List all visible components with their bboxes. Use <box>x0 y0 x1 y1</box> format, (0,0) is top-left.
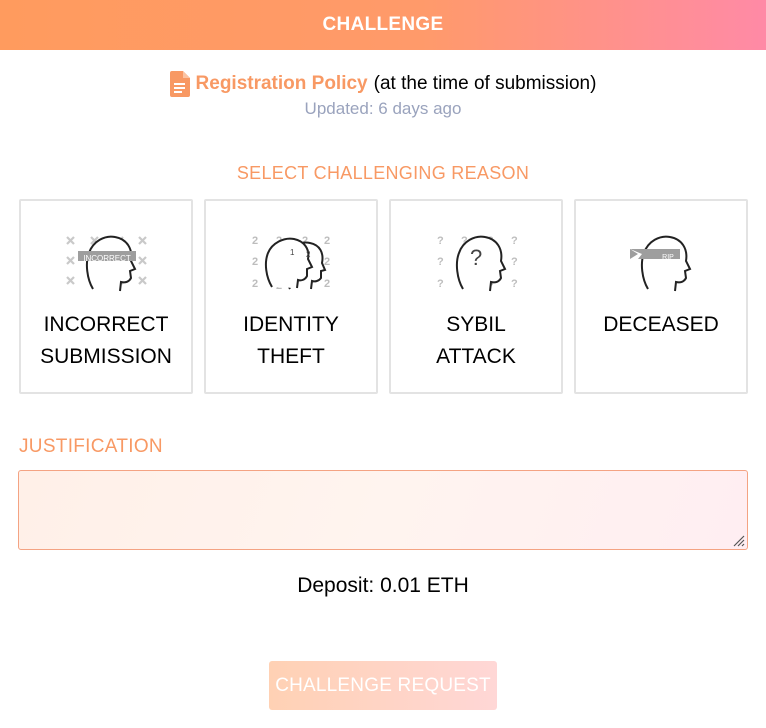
policy-line: Registration Policy (at the time of subm… <box>0 70 766 98</box>
reason-options: INCORRECT INCORRECT SUBMISSION 2 2 2 2 2 2 2… <box>19 199 748 394</box>
svg-text:INCORRECT: INCORRECT <box>83 254 131 263</box>
reason-label-sybil-attack: SYBIL ATTACK <box>391 309 561 373</box>
svg-text:2: 2 <box>324 278 330 290</box>
reason-label-line1: SYBIL <box>446 313 506 336</box>
justification-label: JUSTIFICATION <box>19 436 163 457</box>
reason-card-sybil-attack[interactable]: ??? ??? ?? ?? ? SYBIL ATTACK <box>389 199 563 394</box>
svg-text:?: ? <box>437 235 444 247</box>
dialog-header: CHALLENGE <box>0 0 766 50</box>
reason-label-deceased: DECEASED <box>576 309 746 341</box>
reason-label-line1: IDENTITY <box>243 313 339 336</box>
svg-text:?: ? <box>511 256 518 268</box>
svg-text:2: 2 <box>324 235 330 247</box>
svg-text:?: ? <box>437 278 444 290</box>
svg-text:?: ? <box>470 245 482 270</box>
registration-policy-link[interactable]: Registration Policy <box>196 73 368 95</box>
svg-text:2: 2 <box>252 235 258 247</box>
policy-updated-text: Updated: 6 days ago <box>304 99 462 118</box>
svg-text:1: 1 <box>290 248 295 257</box>
resize-handle-icon[interactable] <box>731 533 745 547</box>
svg-text:2: 2 <box>252 256 258 268</box>
reason-label-incorrect-submission: INCORRECT SUBMISSION <box>21 309 191 373</box>
identity-theft-icon: 222 222 22 22 1 2 <box>252 235 330 292</box>
reason-label-line1: DECEASED <box>603 313 719 336</box>
reason-card-deceased[interactable]: RIP DECEASED <box>574 199 748 394</box>
svg-text:?: ? <box>511 235 518 247</box>
svg-text:2: 2 <box>324 256 330 268</box>
svg-text:2: 2 <box>306 250 311 259</box>
reason-card-identity-theft[interactable]: 222 222 22 22 1 2 IDENTITY THEFT <box>204 199 378 394</box>
svg-text:RIP: RIP <box>662 254 674 261</box>
incorrect-badge-text: INCORRECT <box>83 254 131 263</box>
document-icon <box>169 71 190 97</box>
policy-suffix: (at the time of submission) <box>373 73 597 94</box>
svg-text:?: ? <box>437 256 444 268</box>
reason-card-incorrect-submission[interactable]: INCORRECT INCORRECT SUBMISSION <box>19 199 193 394</box>
reason-label-line2: SUBMISSION <box>40 345 172 368</box>
sybil-attack-icon: ??? ??? ?? ?? ? <box>437 235 518 292</box>
dialog-title: CHALLENGE <box>322 14 444 35</box>
svg-text:?: ? <box>511 278 518 290</box>
challenge-reason-title: SELECT CHALLENGING REASON <box>236 163 530 183</box>
reason-label-line1: INCORRECT <box>43 313 169 336</box>
reason-label-line2: THEFT <box>257 345 325 368</box>
justification-textarea[interactable] <box>18 470 748 550</box>
rip-badge-text: RIP <box>662 254 674 261</box>
deposit-amount: Deposit: 0.01 ETH <box>297 574 469 597</box>
challenge-request-button[interactable]: CHALLENGE REQUEST <box>269 661 497 710</box>
reason-label-line2: ATTACK <box>436 345 516 368</box>
svg-text:2: 2 <box>252 278 258 290</box>
reason-label-identity-theft: IDENTITY THEFT <box>206 309 376 373</box>
